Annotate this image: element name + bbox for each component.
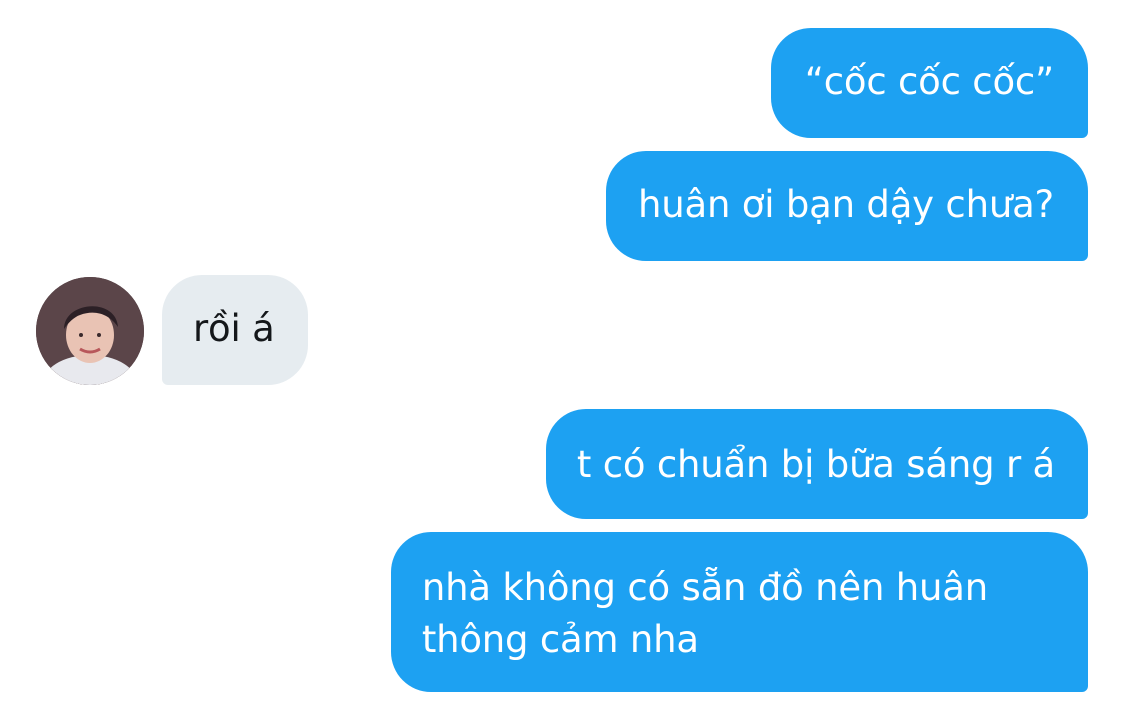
- outgoing-message-bubble[interactable]: t có chuẩn bị bữa sáng r á: [545, 409, 1088, 519]
- message-text: huân ơi bạn dậy chưa?: [637, 183, 1054, 226]
- outgoing-message-bubble[interactable]: “cốc cốc cốc”: [770, 28, 1088, 138]
- message-text: “cốc cốc cốc”: [804, 60, 1054, 103]
- user-photo-avatar-icon: [36, 277, 144, 385]
- message-text-line: thông cảm nha: [421, 618, 699, 661]
- message-text: rồi á: [193, 307, 275, 350]
- message-text: t có chuẩn bị bữa sáng r á: [576, 443, 1055, 486]
- avatar[interactable]: [36, 277, 144, 385]
- incoming-message-bubble[interactable]: rồi á: [162, 275, 308, 385]
- outgoing-message-bubble[interactable]: nhà không có sẵn đồ nên huân thông cảm n…: [390, 532, 1088, 692]
- chat-thread: “cốc cốc cốc” huân ơi bạn dậy chưa? rồi …: [0, 0, 1125, 703]
- message-text-line: nhà không có sẵn đồ nên huân: [421, 566, 988, 609]
- outgoing-message-bubble[interactable]: huân ơi bạn dậy chưa?: [605, 151, 1088, 261]
